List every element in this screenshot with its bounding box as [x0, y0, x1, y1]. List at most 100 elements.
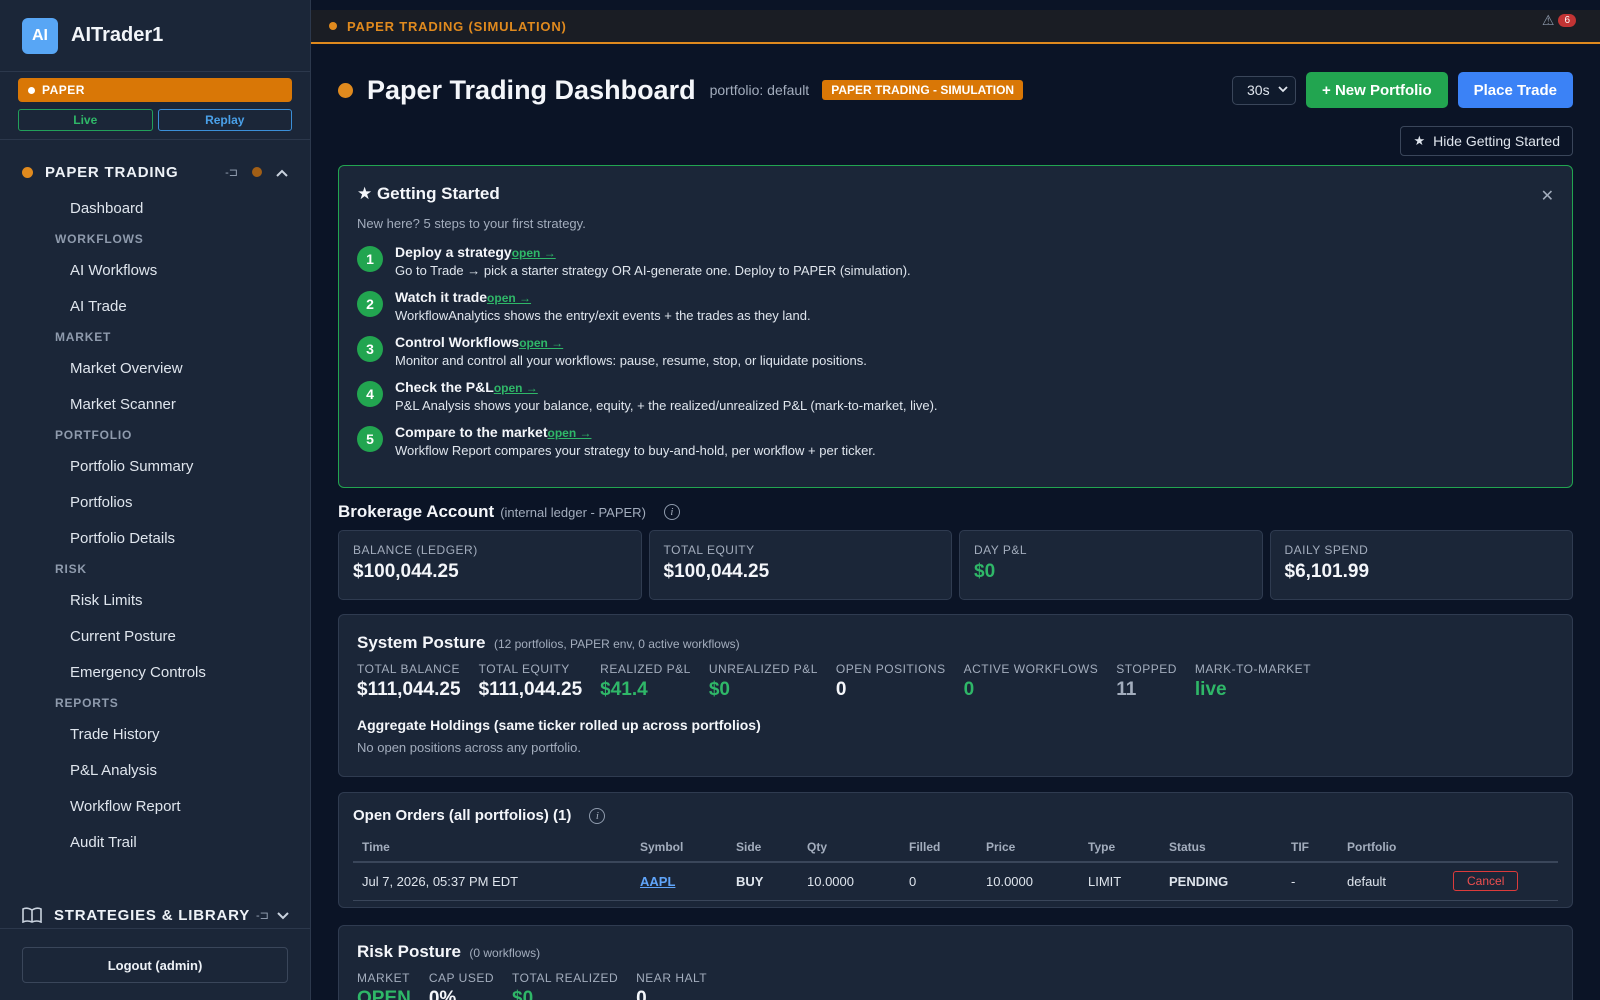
nav-group-market: MARKET — [55, 330, 112, 344]
posture-metrics: TOTAL BALANCE $111,044.25 TOTAL EQUITY $… — [357, 662, 1554, 701]
metric-value: 0 — [963, 679, 975, 700]
sidebar-item-dashboard[interactable]: Dashboard — [0, 190, 310, 226]
sidebar-item-portfolio-details[interactable]: Portfolio Details — [0, 520, 310, 556]
table-header-row: Time Symbol Side Qty Filled Price Type S… — [353, 834, 1558, 863]
pin-icon[interactable]: -⊐ — [225, 166, 238, 179]
metric-value: 11 — [1116, 679, 1137, 700]
page-header: Paper Trading Dashboard portfolio: defau… — [338, 70, 1573, 110]
app-name[interactable]: AITrader1 — [71, 24, 163, 47]
order-qty: 10.0000 — [798, 862, 900, 901]
sidebar-item-portfolio-summary[interactable]: Portfolio Summary — [0, 448, 310, 484]
step-description: Monitor and control all your workflows: … — [395, 353, 867, 368]
step-open-link[interactable]: open → — [512, 246, 556, 260]
pin-icon[interactable]: -⊐ — [256, 909, 269, 922]
risk-subtitle: (0 workflows) — [469, 946, 541, 960]
order-filled: 0 — [900, 862, 977, 901]
order-status: PENDING — [1160, 862, 1282, 901]
place-trade-button[interactable]: Place Trade — [1457, 72, 1573, 108]
logout-button[interactable]: Logout (admin) — [22, 947, 288, 983]
order-time: Jul 7, 2026, 05:37 PM EDT — [353, 862, 631, 901]
metric-stopped: STOPPED 11 — [1116, 662, 1177, 701]
step-open-link[interactable]: open → — [547, 426, 591, 440]
sidebar-item-current-posture[interactable]: Current Posture — [0, 618, 310, 654]
brokerage-title: Brokerage Account — [338, 502, 495, 521]
stat-value: $0 — [974, 561, 996, 582]
refresh-interval-select[interactable]: 30s — [1232, 75, 1297, 105]
metric-label: TOTAL EQUITY — [478, 662, 570, 676]
hide-getting-started-label: Hide Getting Started — [1433, 133, 1560, 149]
refresh-interval-value: 30s — [1247, 82, 1270, 98]
activity-dot-icon — [252, 167, 262, 177]
metric-total-balance: TOTAL BALANCE $111,044.25 — [357, 662, 461, 701]
metric-label: TOTAL BALANCE — [357, 662, 460, 676]
stat-card-daily-spend: DAILY SPEND $6,101.99 — [1269, 530, 1573, 600]
live-mode-button[interactable]: Live — [18, 109, 153, 131]
metric-cap-used: CAP USED 0% — [429, 971, 494, 1000]
sidebar-item-market-overview[interactable]: Market Overview — [0, 350, 310, 386]
step-description: Workflow Report compares your strategy t… — [395, 443, 876, 458]
sidebar-item-ai-trade[interactable]: AI Trade — [0, 288, 310, 324]
alerts-indicator[interactable]: ⚠ 6 — [1542, 10, 1576, 30]
section-title: PAPER TRADING — [45, 163, 179, 181]
step-number: 2 — [357, 291, 383, 317]
cancel-order-button[interactable]: Cancel — [1453, 871, 1519, 891]
aggregate-holdings-empty: No open positions across any portfolio. — [357, 740, 582, 755]
column-header: Portfolio — [1338, 834, 1444, 863]
step-title: Deploy a strategy — [395, 244, 512, 260]
close-icon[interactable]: ✕ — [1541, 186, 1554, 206]
brokerage-stats: BALANCE (LEDGER) $100,044.25 TOTAL EQUIT… — [338, 530, 1573, 600]
sidebar-item-ai-workflows[interactable]: AI Workflows — [0, 252, 310, 288]
sidebar-item-trade-history[interactable]: Trade History — [0, 716, 310, 752]
step-open-link[interactable]: open → — [494, 381, 538, 395]
order-symbol-link[interactable]: AAPL — [640, 874, 675, 889]
sidebar-item-market-scanner[interactable]: Market Scanner — [0, 386, 310, 422]
getting-started-step: 2 Watch it tradeopen → WorkflowAnalytics… — [357, 289, 1554, 323]
status-dot-icon — [22, 166, 33, 178]
paper-mode-label: PAPER — [42, 83, 85, 97]
nav-group-portfolio: PORTFOLIO — [55, 428, 133, 442]
section-strategies-library[interactable]: STRATEGIES & LIBRARY -⊐ — [0, 900, 311, 930]
column-header: Status — [1160, 834, 1282, 863]
section-paper-trading[interactable]: PAPER TRADING -⊐ — [0, 154, 310, 190]
new-portfolio-button[interactable]: + New Portfolio — [1306, 72, 1448, 108]
sidebar-item-portfolios[interactable]: Portfolios — [0, 484, 310, 520]
metric-label: OPEN POSITIONS — [835, 662, 946, 676]
stat-value: $100,044.25 — [353, 561, 459, 582]
risk-metrics: MARKET OPEN CAP USED 0% TOTAL REALIZED $… — [357, 971, 1554, 1000]
star-icon: ★ — [1413, 133, 1426, 148]
step-open-link[interactable]: open → — [519, 336, 563, 350]
replay-mode-button[interactable]: Replay — [157, 109, 292, 131]
open-orders-table: Time Symbol Side Qty Filled Price Type S… — [353, 834, 1558, 901]
stat-label: BALANCE (LEDGER) — [353, 543, 478, 557]
sidebar: AI AITrader1 PAPER Live Replay PAPER TRA… — [0, 0, 311, 1000]
metric-label: CAP USED — [428, 971, 494, 985]
mode-switcher: PAPER Live Replay — [0, 72, 310, 140]
warning-icon[interactable]: ⚠ — [1542, 12, 1555, 29]
hide-getting-started-button[interactable]: ★ Hide Getting Started — [1400, 126, 1573, 156]
sidebar-item-emergency-controls[interactable]: Emergency Controls — [0, 654, 310, 690]
column-header: Time — [353, 834, 631, 863]
chevron-down-icon[interactable] — [277, 908, 289, 923]
getting-started-step: 3 Control Workflowsopen → Monitor and co… — [357, 334, 1554, 368]
sidebar-item-audit-trail[interactable]: Audit Trail — [0, 824, 310, 860]
app-logo[interactable]: AI — [22, 17, 58, 54]
metric-label: ACTIVE WORKFLOWS — [963, 662, 1099, 676]
metric-value: OPEN — [357, 988, 411, 1000]
chevron-up-icon[interactable] — [276, 165, 288, 180]
paper-mode-pill[interactable]: PAPER — [18, 78, 292, 102]
status-dot-icon — [338, 82, 353, 98]
step-title: Watch it trade — [395, 289, 488, 305]
open-orders-card: Open Orders (all portfolios) (1) i Time … — [338, 792, 1573, 908]
metric-label: TOTAL REALIZED — [512, 971, 619, 985]
info-icon[interactable]: i — [589, 807, 606, 824]
sidebar-item-risk-limits[interactable]: Risk Limits — [0, 582, 310, 618]
metric-value: $111,044.25 — [478, 679, 583, 700]
getting-started-card: ★ Getting Started ✕ New here? 5 steps to… — [338, 165, 1573, 488]
metric-near-halt: NEAR HALT 0 — [636, 971, 707, 1000]
banner-dot-icon — [329, 22, 337, 30]
info-icon[interactable]: i — [663, 504, 680, 520]
step-open-link[interactable]: open → — [487, 291, 531, 305]
sidebar-item-pnl-analysis[interactable]: P&L Analysis — [0, 752, 310, 788]
main-content: Paper Trading Dashboard portfolio: defau… — [338, 70, 1573, 1000]
sidebar-item-workflow-report[interactable]: Workflow Report — [0, 788, 310, 824]
